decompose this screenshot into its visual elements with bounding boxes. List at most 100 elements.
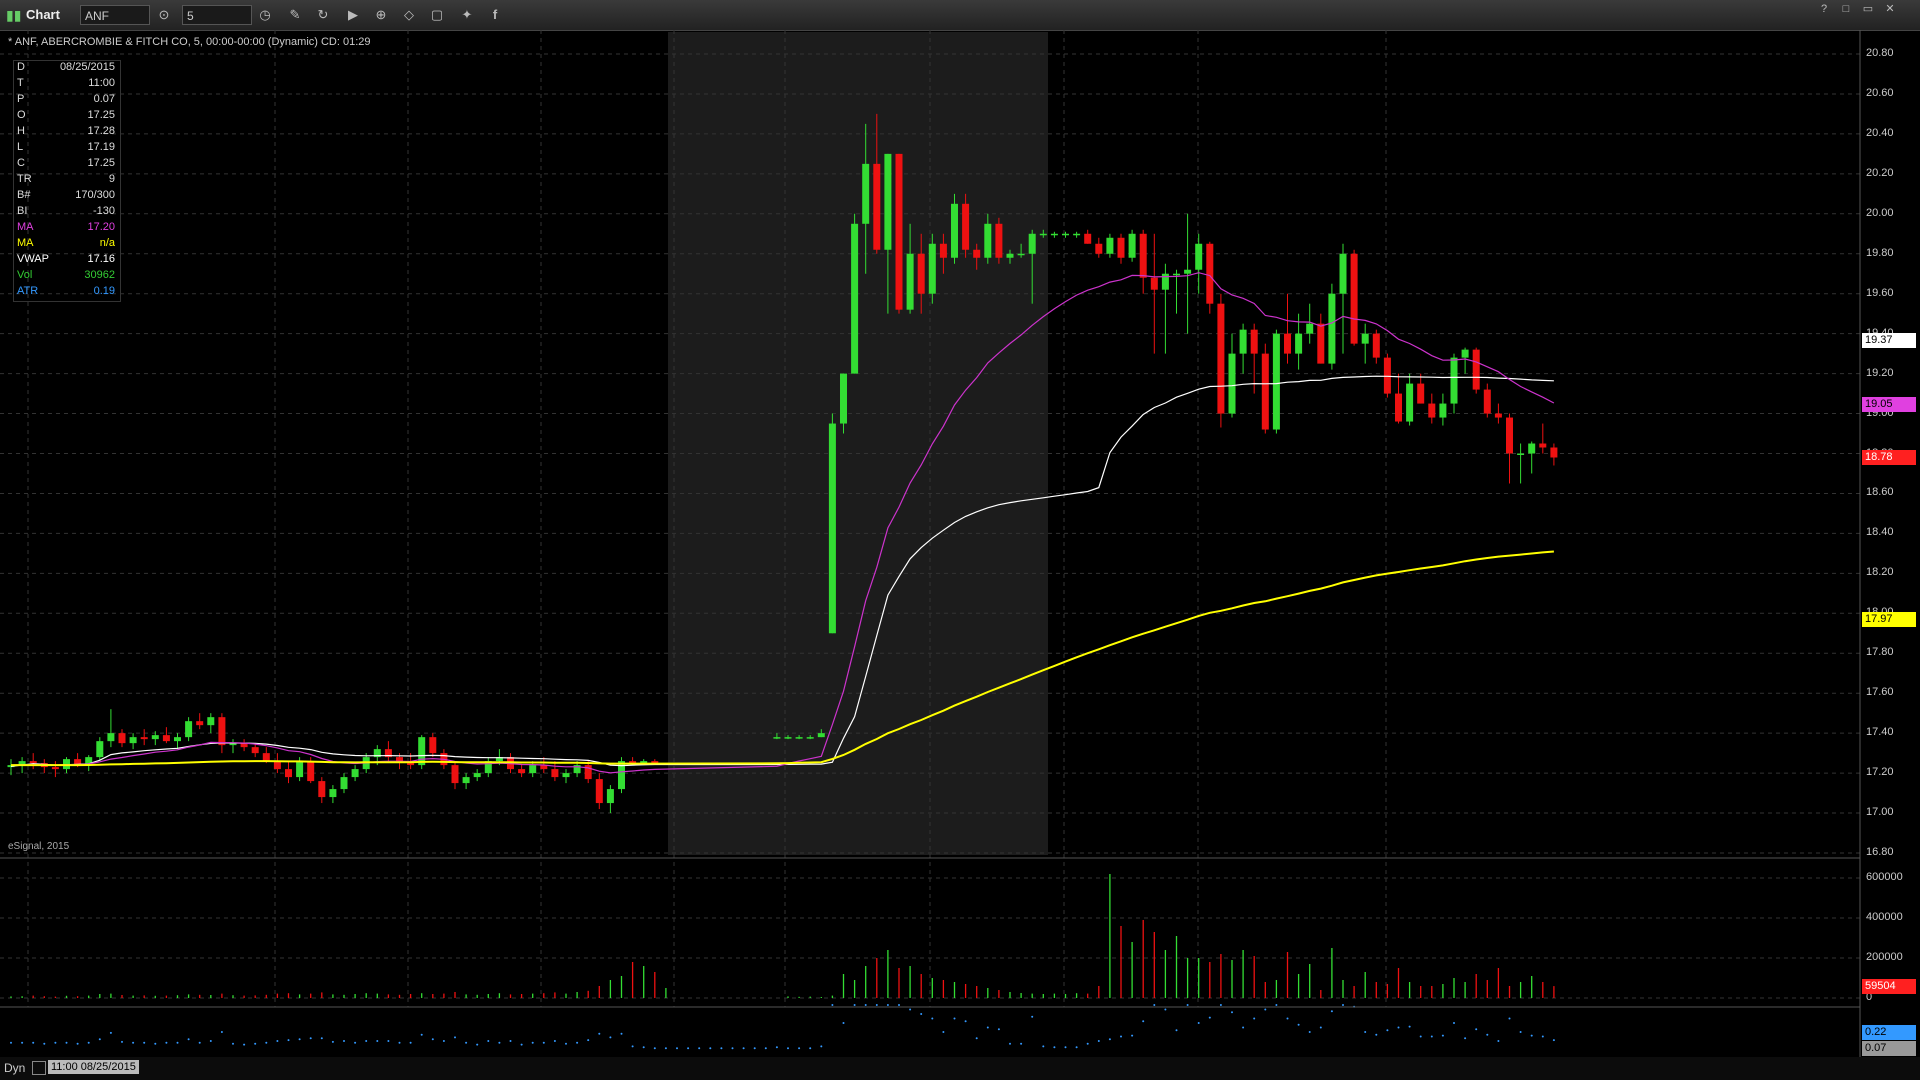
candle-body	[1328, 293, 1336, 364]
atr-dot	[720, 1047, 723, 1050]
refresh-icon[interactable]: ↻	[314, 6, 332, 24]
candle-body	[307, 761, 315, 782]
symbol-label: * ANF, ABERCROMBIE & FITCH CO, 5, 00:00-…	[8, 36, 371, 48]
atr-dot	[787, 1047, 789, 1050]
atr-dot	[132, 1041, 135, 1044]
atr-dot	[753, 1047, 756, 1050]
maximize-button[interactable]: ▭	[1860, 2, 1876, 16]
facebook-icon[interactable]: f	[486, 6, 504, 24]
price-axis-label: 20.20	[1866, 166, 1894, 179]
atr-dot	[709, 1047, 712, 1050]
data-window-row: MA 17.20	[17, 221, 117, 237]
atr-dot	[664, 1047, 667, 1050]
data-window-key: ATR	[17, 285, 39, 297]
atr-dot	[476, 1043, 479, 1046]
dyn-label[interactable]: Dyn	[4, 1061, 25, 1075]
atr-dot	[1086, 1042, 1089, 1045]
data-window-row: MA n/a	[17, 237, 117, 253]
candle-body	[1350, 253, 1358, 344]
interval-clock-icon[interactable]: ◷	[256, 6, 274, 24]
candle-body	[1084, 233, 1092, 244]
candle-body	[1383, 357, 1391, 394]
atr-dot	[687, 1047, 690, 1050]
lock-icon[interactable]	[32, 1061, 46, 1075]
play-icon[interactable]: ▶	[344, 6, 362, 24]
price-axis-label: 20.60	[1866, 86, 1894, 99]
atr-dot	[909, 1008, 912, 1011]
data-window-value: 17.16	[87, 253, 115, 265]
candle-body	[118, 733, 126, 744]
data-window-value: 17.19	[87, 141, 115, 153]
candle-body	[895, 153, 903, 310]
atr-dot	[1042, 1045, 1045, 1048]
price-badge: 18.78	[1862, 450, 1916, 466]
atr-dot	[698, 1047, 701, 1050]
tag-icon[interactable]: ◇	[400, 6, 418, 24]
volume-axis-label: 600000	[1866, 871, 1903, 883]
atr-dot	[1342, 1004, 1344, 1006]
atr-dot	[1097, 1040, 1100, 1042]
candle-body	[1406, 383, 1414, 422]
atr-dot	[1197, 1022, 1200, 1024]
candle-body	[884, 153, 892, 250]
atr-dot	[620, 1032, 623, 1035]
candle-body	[828, 423, 836, 634]
atr-dot	[1397, 1026, 1400, 1029]
draw-pencil-icon[interactable]: ✎	[286, 6, 304, 24]
price-chart[interactable]	[0, 30, 1920, 1057]
candle-body	[795, 737, 803, 739]
candle-body	[1117, 237, 1125, 258]
candle-body	[1250, 329, 1258, 354]
candle-body	[462, 777, 470, 784]
atr-dot	[520, 1043, 523, 1046]
symbol-search-icon[interactable]: ⊙	[155, 6, 173, 24]
atr-dot	[1264, 1008, 1267, 1011]
zoom-icon[interactable]: ⊕	[372, 6, 390, 24]
data-window-row: L 17.19	[17, 141, 117, 157]
atr-dot	[1031, 1015, 1034, 1018]
candle-body	[962, 203, 970, 250]
candle-body	[1284, 333, 1291, 354]
symbol-input[interactable]: ANF	[80, 5, 150, 25]
price-badge: 19.05	[1862, 396, 1916, 412]
candle-body	[396, 757, 403, 762]
interval-input[interactable]: 5	[182, 5, 252, 25]
atr-dot	[54, 1041, 57, 1044]
candle-body	[185, 721, 193, 738]
atr-dot	[842, 1022, 845, 1024]
atr-dot	[143, 1041, 146, 1044]
atr-dot	[176, 1041, 179, 1044]
candle-body	[262, 753, 270, 762]
candle-body	[318, 781, 326, 798]
data-window-key: TR	[17, 173, 32, 185]
help-button[interactable]: ?	[1816, 2, 1832, 16]
price-axis-label: 20.00	[1866, 206, 1894, 219]
price-axis-label: 17.40	[1866, 726, 1894, 739]
candle-body	[207, 717, 215, 726]
candle-body	[806, 737, 814, 739]
candle-body	[917, 253, 925, 294]
atr-dot	[243, 1043, 246, 1046]
data-window-row: P 0.07	[17, 93, 117, 109]
atr-dot	[465, 1041, 468, 1044]
price-axis-label: 18.60	[1866, 486, 1894, 499]
candle-body	[1206, 243, 1214, 304]
restore-button[interactable]: □	[1838, 2, 1854, 16]
candle-body	[928, 243, 936, 294]
candle-body	[140, 737, 148, 740]
data-window-value: 170/300	[75, 189, 115, 201]
chart-window-icon: ▮▮	[6, 7, 22, 23]
atr-dot	[387, 1040, 390, 1042]
candle-body	[429, 737, 437, 754]
price-axis-label: 18.20	[1866, 566, 1894, 579]
close-button[interactable]: ✕	[1882, 2, 1898, 16]
atr-badge: 0.22	[1862, 1025, 1916, 1040]
twitter-icon[interactable]: ✦	[458, 6, 476, 24]
window-title: Chart	[26, 7, 60, 22]
candle-body	[851, 223, 859, 374]
comment-icon[interactable]: ▢	[428, 6, 446, 24]
volume-axis-label: 400000	[1866, 911, 1903, 923]
candle-body	[1095, 243, 1103, 254]
candle-body	[1295, 333, 1303, 354]
atr-dot	[1297, 1023, 1300, 1026]
